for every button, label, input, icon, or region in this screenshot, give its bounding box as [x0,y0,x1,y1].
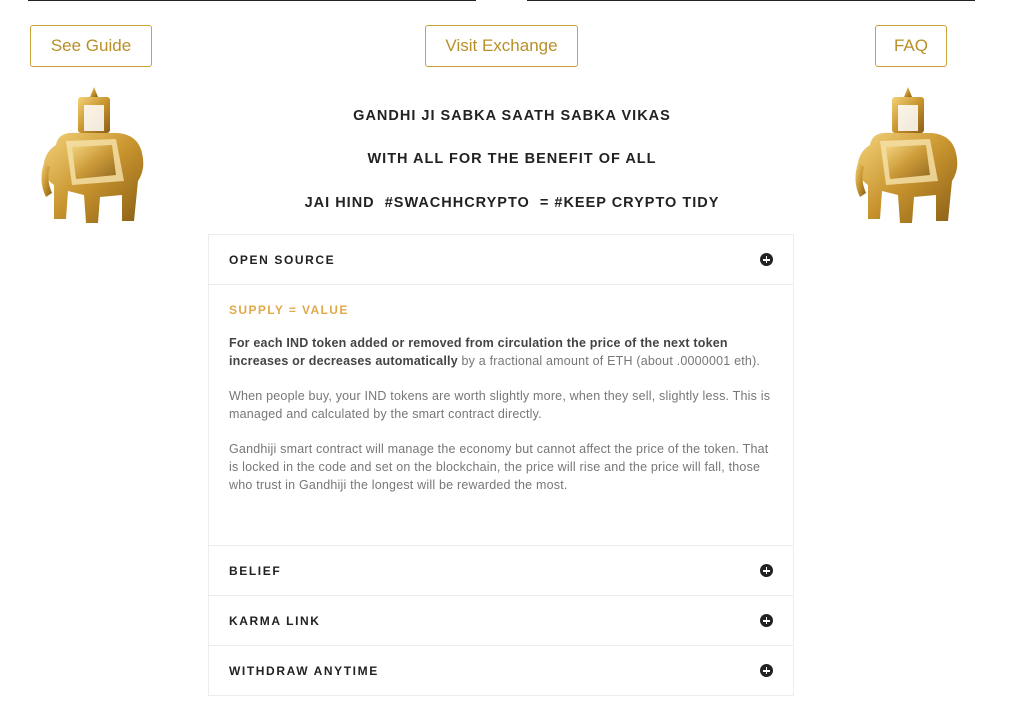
accordion-title: KARMA LINK [229,613,321,628]
accordion-title: BELIEF [229,563,282,578]
accordion-item-open-source[interactable]: OPEN SOURCE [209,235,793,285]
plus-circle-icon[interactable] [760,614,773,627]
paragraph: When people buy, your IND tokens are wor… [229,389,771,421]
accordion-item-karma-link[interactable]: KARMA LINK [209,596,793,646]
accordion-subtitle: SUPPLY = VALUE [229,303,349,317]
accordion-title: WITHDRAW ANYTIME [229,663,379,678]
accordion-title: OPEN SOURCE [229,252,336,267]
paragraph: For each IND token added or removed from… [229,334,773,370]
accordion-item-withdraw-anytime[interactable]: WITHDRAW ANYTIME [209,646,793,696]
top-divider [527,0,975,1]
top-divider [28,0,476,1]
accordion: OPEN SOURCE SUPPLY = VALUE For each IND … [208,234,794,696]
plus-circle-icon[interactable] [760,253,773,266]
accordion-panel: SUPPLY = VALUE For each IND token added … [209,285,793,546]
paragraph: Gandhiji smart contract will manage the … [229,442,769,492]
headline: WITH ALL FOR THE BENEFIT OF ALL [367,151,657,167]
paragraph-text: by a fractional amount of ETH (about .00… [457,354,761,368]
faq-button[interactable]: FAQ [875,25,947,67]
headline: JAI HIND #SWACHHCRYPTO = #KEEP CRYPTO TI… [304,195,720,211]
plus-circle-icon[interactable] [760,564,773,577]
visit-exchange-button[interactable]: Visit Exchange [425,25,578,67]
accordion-item-belief[interactable]: BELIEF [209,546,793,596]
see-guide-button[interactable]: See Guide [30,25,152,67]
plus-circle-icon[interactable] [760,664,773,677]
headline: GANDHI JI SABKA SAATH SABKA VIKAS [353,108,671,124]
